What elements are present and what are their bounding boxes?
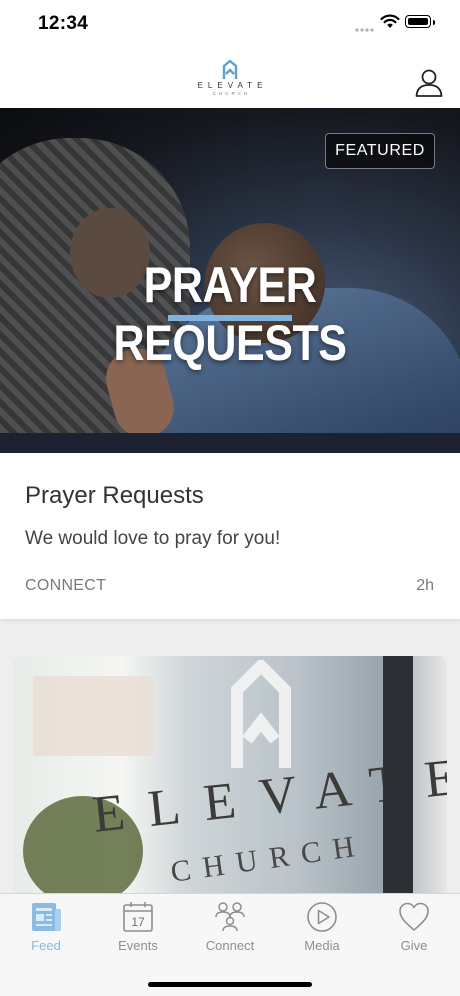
post-timestamp: 2h — [416, 577, 434, 594]
tab-give[interactable]: Give — [368, 900, 460, 960]
post-card-image[interactable]: ELEVATE CHURCH — [13, 656, 447, 906]
elevate-logo-icon — [222, 60, 238, 79]
featured-badge: FEATURED — [325, 133, 435, 169]
tab-label-connect: Connect — [205, 938, 255, 953]
tab-events[interactable]: 17 Events — [92, 900, 184, 960]
elevate-emblem-icon — [231, 660, 291, 768]
svg-text:17: 17 — [131, 915, 145, 929]
post-description: We would love to pray for you! — [25, 528, 281, 549]
hero-title-underline — [168, 315, 292, 321]
play-icon — [307, 902, 337, 932]
elevate-logo[interactable]: ELEVATE CHURCH — [185, 60, 275, 104]
people-icon — [215, 902, 245, 932]
battery-icon — [405, 15, 435, 28]
post-title: Prayer Requests — [25, 482, 204, 509]
calendar-icon: 17 — [123, 902, 153, 932]
post-image-subword: CHURCH — [168, 828, 369, 889]
signal-icon — [355, 28, 374, 32]
tab-label-feed: Feed — [31, 938, 61, 953]
profile-icon[interactable] — [414, 68, 444, 98]
top-nav-bar: ELEVATE CHURCH — [0, 52, 460, 108]
status-bar: 12:34 — [0, 0, 460, 52]
feed-icon — [32, 903, 61, 931]
tab-connect[interactable]: Connect — [184, 900, 276, 960]
tab-feed[interactable]: Feed — [0, 900, 92, 960]
tab-label-give: Give — [400, 938, 428, 953]
featured-post-card[interactable]: Prayer Requests We would love to pray fo… — [0, 453, 460, 619]
tab-label-events: Events — [118, 938, 158, 953]
bottom-tab-bar: Feed 17 Events Connect Media Give — [0, 893, 460, 996]
tab-label-media: Media — [304, 938, 340, 953]
tab-media[interactable]: Media — [276, 900, 368, 960]
logo-text: ELEVATE — [197, 81, 268, 90]
wifi-icon — [380, 14, 400, 28]
logo-subtext: CHURCH — [212, 91, 251, 96]
heart-icon — [399, 902, 429, 931]
status-time: 12:34 — [38, 13, 89, 34]
featured-post-image[interactable]: PRAYER REQUESTS FEATURED — [0, 108, 460, 453]
hero-image-title: PRAYER REQUESTS — [113, 257, 347, 371]
post-category: CONNECT — [25, 577, 107, 594]
home-indicator — [148, 982, 312, 987]
